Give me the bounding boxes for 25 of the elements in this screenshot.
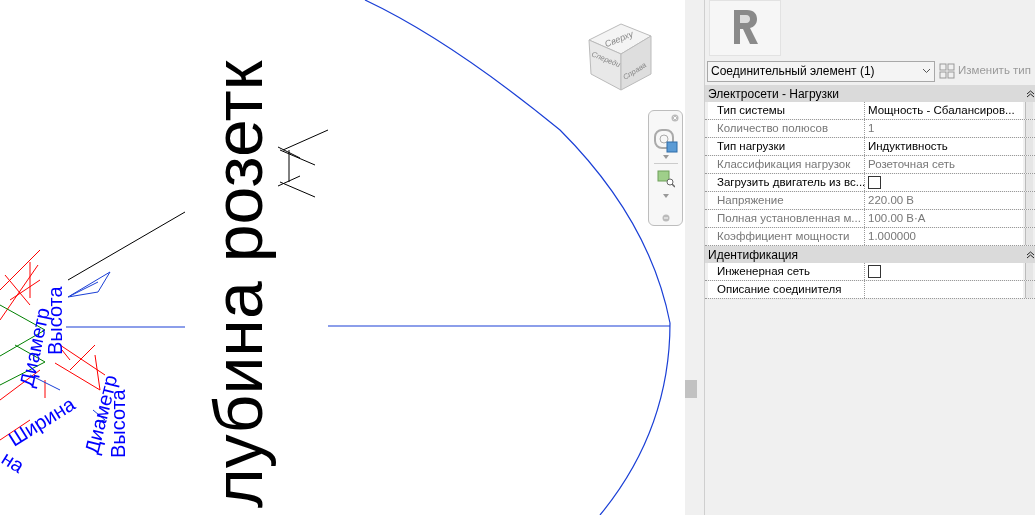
property-value: 220.00 В [865,192,1023,209]
property-name: Загрузить двигатель из вс... [708,174,865,191]
property-value: 100.00 В·А [865,210,1023,227]
property-name: Количество полюсов [708,120,865,137]
group-title: Идентификация [708,246,798,264]
group-header[interactable]: Электросети - Нагрузки [705,85,1035,102]
property-value[interactable]: Мощность - Сбалансиров... [865,102,1023,119]
property-name: Описание соединителя [708,281,865,298]
property-name: Напряжение [708,192,865,209]
property-name: Тип системы [708,102,865,119]
property-value[interactable]: Индуктивность [865,138,1023,155]
property-value: 1.000000 [865,228,1023,245]
annotation-text: лубина розетк [199,60,278,508]
property-value: Розеточная сеть [865,156,1023,173]
property-name: Полная установленная м... [708,210,865,227]
type-selector-value: Соединительный элемент (1) [711,63,875,80]
dimension-label: на [0,446,29,478]
group-header[interactable]: Идентификация [705,246,1035,263]
property-name: Коэффициент мощности [708,228,865,245]
property-name: Классификация нагрузок [708,156,865,173]
group-title: Электросети - Нагрузки [708,85,839,103]
property-value: 1 [865,120,1023,137]
type-selector[interactable]: Соединительный элемент (1) [707,60,935,82]
property-name: Инженерная сеть [708,263,865,280]
property-name: Тип нагрузки [708,138,865,155]
